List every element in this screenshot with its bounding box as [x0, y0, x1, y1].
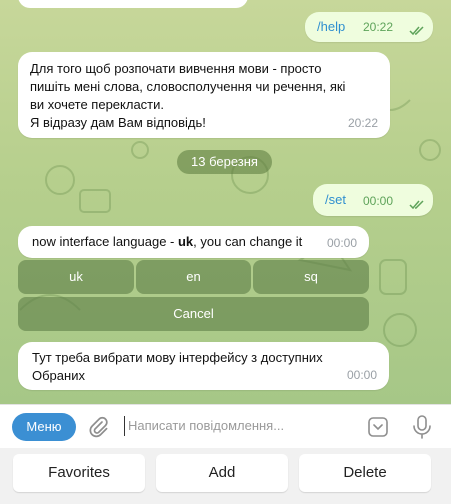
double-check-icon [409, 200, 424, 210]
add-button[interactable]: Add [156, 454, 288, 492]
message-line: ви хочете перекласти. [30, 97, 165, 112]
message-line: пишіть мені слова, словосполучення чи ре… [30, 79, 346, 94]
message-time: 00:00 [346, 368, 377, 382]
message-time: 20:22 [347, 116, 378, 130]
date-separator: 13 березня [177, 150, 272, 174]
message-time: 20:22 [362, 20, 393, 34]
message-language[interactable]: now interface language - uk, you can cha… [18, 226, 369, 258]
message-text-prefix: now interface language - [32, 234, 178, 249]
message-text[interactable]: /help [317, 19, 345, 34]
paperclip-icon[interactable] [86, 415, 110, 439]
reply-keyboard: Favorites Add Delete [0, 448, 451, 504]
message-line: Для того щоб розпочати вивчення мови - п… [30, 61, 322, 76]
message-last[interactable]: Тут треба вибрати мову інтерфейсу з дост… [18, 342, 389, 390]
text-cursor [124, 416, 125, 436]
message-help-command[interactable]: /help 20:22 [305, 12, 433, 42]
favorites-button[interactable]: Favorites [13, 454, 145, 492]
language-code: uk [177, 234, 194, 249]
inline-button-sq[interactable]: sq [253, 260, 369, 294]
message-line: Я відразу дам Вам відповідь! [30, 115, 206, 130]
message-text-suffix: , you can change it [193, 234, 303, 249]
delete-button[interactable]: Delete [299, 454, 431, 492]
microphone-icon[interactable] [410, 414, 434, 440]
message-set-command[interactable]: /set 00:00 [313, 184, 433, 216]
inline-button-en[interactable]: en [136, 260, 251, 294]
message-line: Обраних [32, 368, 85, 383]
message-intro[interactable]: Для того щоб розпочати вивчення мови - п… [18, 52, 390, 138]
previous-message-stub [18, 0, 248, 8]
message-time: 00:00 [362, 194, 393, 208]
message-time: 00:00 [326, 236, 357, 250]
double-check-icon [409, 26, 424, 36]
message-input[interactable]: Написати повідомлення... [128, 418, 284, 433]
sticker-icon[interactable] [366, 415, 390, 439]
chat-area[interactable]: /help 20:22 Для того щоб розпочати вивче… [0, 0, 451, 404]
inline-button-cancel[interactable]: Cancel [18, 297, 369, 331]
menu-button[interactable]: Меню [12, 413, 76, 441]
message-text[interactable]: /set [325, 192, 346, 207]
message-composer: Меню Написати повідомлення... [0, 404, 451, 448]
inline-button-uk[interactable]: uk [18, 260, 134, 294]
message-line: Тут треба вибрати мову інтерфейсу з дост… [32, 350, 323, 365]
